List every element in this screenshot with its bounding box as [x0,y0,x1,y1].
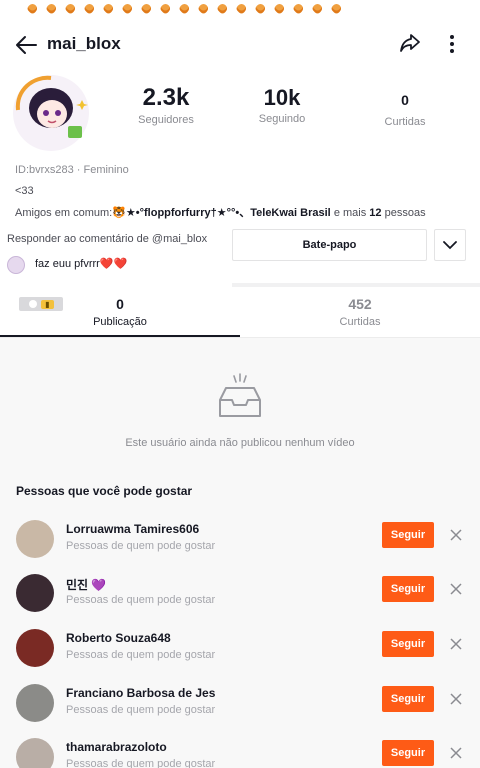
suggestion-subtitle: Pessoas de quem pode gostar [66,758,216,768]
suggestion-subtitle: Pessoas de quem pode gostar [66,704,216,716]
avatar[interactable] [8,70,94,156]
close-icon[interactable] [448,527,464,543]
suggestion-item[interactable]: thamarabrazoloto Pessoas de quem pode go… [0,736,480,768]
follow-button[interactable]: Seguir [382,522,434,548]
back-arrow-icon[interactable] [14,32,40,58]
commenter-avatar [7,256,25,274]
user-id-line: ID:bvrxs283 · Feminino [15,164,129,176]
follow-button[interactable]: Seguir [382,631,434,657]
reply-overlay[interactable]: Responder ao comentário de @mai_blox faz… [0,228,232,284]
close-icon[interactable] [448,691,464,707]
close-icon[interactable] [448,745,464,761]
suggestion-name: Lorruawma Tamires606 [66,522,200,536]
suggestion-name: Franciano Barbosa de Jes [66,686,216,700]
page-title: mai_blox [47,34,121,53]
close-icon[interactable] [448,636,464,652]
avatar[interactable] [16,574,54,612]
avatar[interactable] [16,629,54,667]
suggestion-item[interactable]: Lorruawma Tamires606 Pessoas de quem pod… [0,518,480,566]
tabs-top-band [232,283,480,287]
reply-prompt: Responder ao comentário de @mai_blox [7,233,208,245]
suggestion-item[interactable]: Franciano Barbosa de Jes Pessoas de quem… [0,682,480,730]
more-options-icon[interactable] [442,31,462,57]
mutual-friends[interactable]: Amigos em comum:🐯★•°floppforfurry†★°°•、T… [15,204,426,220]
bio: <33 [15,185,34,197]
suggestion-name: 민진 💜 [66,578,107,592]
tab-publicacao[interactable]: 0 Publicação [0,296,240,328]
tab-curtidas[interactable]: 452 Curtidas [240,296,480,328]
share-icon[interactable] [398,31,422,55]
chat-button[interactable]: Bate-papo [232,229,427,261]
suggestion-name: Roberto Souza648 [66,631,171,645]
follow-button[interactable]: Seguir [382,686,434,712]
empty-state-text: Este usuário ainda não publicou nenhum v… [125,437,355,449]
close-icon[interactable] [448,581,464,597]
avatar[interactable] [16,738,54,768]
suggestion-subtitle: Pessoas de quem pode gostar [66,540,216,552]
decorative-banner [26,2,368,16]
suggestion-item[interactable]: Roberto Souza648 Pessoas de quem pode go… [0,627,480,675]
suggestion-subtitle: Pessoas de quem pode gostar [66,649,216,661]
reply-comment: faz euu pfvrrr❤️❤️ [35,258,128,270]
likes-stat[interactable]: 0 Curtidas [378,92,432,128]
avatar[interactable] [16,520,54,558]
avatar[interactable] [16,684,54,722]
suggestion-item[interactable]: 민진 💜 Pessoas de quem pode gostar Seguir [0,572,480,620]
chevron-down-icon[interactable] [434,229,466,261]
empty-inbox-icon [212,372,268,422]
follow-button[interactable]: Seguir [382,740,434,766]
profile-header: mai_blox [0,28,480,60]
suggestions-title: Pessoas que você pode gostar [16,484,193,498]
following-stat[interactable]: 10k Seguindo [250,84,314,125]
suggestion-subtitle: Pessoas de quem pode gostar [66,594,216,606]
suggestion-name: thamarabrazoloto [66,740,167,754]
follow-button[interactable]: Seguir [382,576,434,602]
followers-stat[interactable]: 2.3k Seguidores [132,84,200,126]
